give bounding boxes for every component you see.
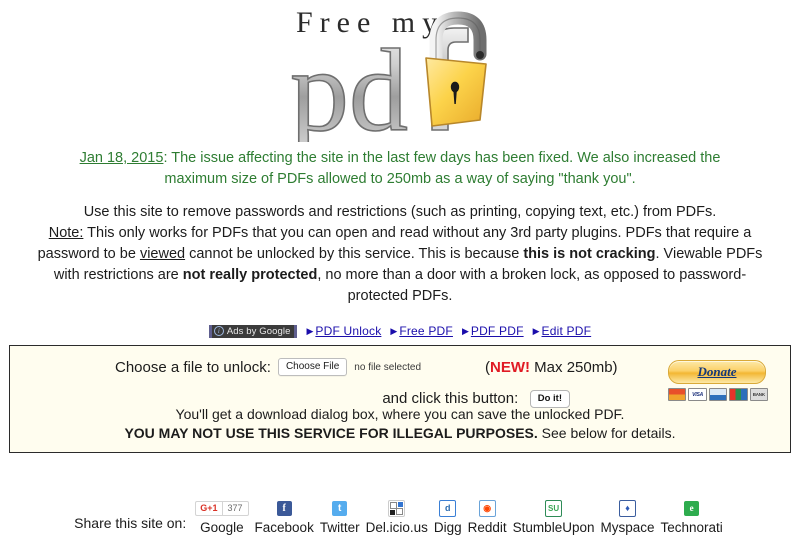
form-note: You'll get a download dialog box, where … <box>10 405 790 443</box>
share-item-label: Technorati <box>660 520 723 535</box>
visa-icon: VISA <box>688 388 707 401</box>
file-status-text: no file selected <box>354 361 422 373</box>
ads-bar: i Ads by Google ▶ PDF Unlock ▶ Free PDF ▶ P… <box>0 320 800 338</box>
google-plus-one-icon[interactable]: G+1 377 <box>195 499 249 517</box>
logo-graphic: Free my pd <box>280 2 520 142</box>
file-input[interactable]: Choose File no file selected <box>277 358 422 376</box>
ads-by-google-label: Ads by Google <box>226 325 291 337</box>
see-below-text: See below for details. <box>537 425 676 441</box>
share-item-label: StumbleUpon <box>512 520 595 535</box>
play-arrow-icon: ▶ <box>390 326 398 336</box>
share-item-digg[interactable]: d Digg <box>431 499 465 535</box>
delicious-icon <box>388 499 406 517</box>
share-item-label: Twitter <box>319 520 360 535</box>
facebook-icon: f <box>276 500 292 516</box>
amex-icon <box>708 388 728 401</box>
donate-button[interactable]: Donate <box>668 360 766 384</box>
technorati-icon: e <box>684 500 700 516</box>
note-part-b: cannot be unlocked by this service. This… <box>185 246 524 262</box>
ad-link-label[interactable]: PDF PDF <box>471 324 524 338</box>
donate-area: Donate VISA BANK <box>667 360 769 401</box>
ad-link-pdf-pdf[interactable]: ▶ PDF PDF <box>462 324 524 338</box>
myspace-icon: ♦ <box>619 499 636 517</box>
share-item-label: Digg <box>433 520 462 535</box>
share-item-myspace[interactable]: ♦ Myspace <box>597 499 657 535</box>
max-size-rest: Max 250mb) <box>530 358 618 376</box>
twitter-icon: t <box>332 500 348 516</box>
share-item-delicious[interactable]: Del.icio.us <box>363 499 431 535</box>
intro-note: Note: This only works for PDFs that you … <box>28 223 772 307</box>
ad-link-label[interactable]: Edit PDF <box>542 324 592 338</box>
news-text: : The issue affecting the site in the la… <box>163 150 721 187</box>
site-logo: Free my pd <box>0 0 800 142</box>
news-banner: Jan 18, 2015: The issue affecting the si… <box>0 142 800 190</box>
choose-file-label: Choose a file to unlock: <box>115 358 271 376</box>
gplus-count: 377 <box>222 500 249 516</box>
share-bar: Share this site on: G+1 377 Google f Fac… <box>0 499 800 535</box>
share-item-facebook[interactable]: f Facebook <box>252 499 317 535</box>
share-item-label: Facebook <box>254 520 314 535</box>
share-item-reddit[interactable]: ◉ Reddit <box>465 499 510 535</box>
share-item-label: Google <box>200 520 244 535</box>
share-item-label: Myspace <box>600 520 655 535</box>
discover-icon <box>729 388 748 401</box>
play-arrow-icon: ▶ <box>461 326 469 336</box>
intro-line-1: Use this site to remove passwords and re… <box>83 204 717 220</box>
bank-icon: BANK <box>749 388 769 401</box>
ad-link-pdf-unlock[interactable]: ▶ PDF Unlock <box>306 324 381 338</box>
digg-icon: d <box>439 499 457 517</box>
illegal-warning: YOU MAY NOT USE THIS SERVICE FOR ILLEGAL… <box>124 425 538 441</box>
gplus-button-label[interactable]: G+1 <box>195 500 223 516</box>
play-arrow-icon: ▶ <box>532 326 540 336</box>
svg-text:pd: pd <box>290 25 408 142</box>
choose-file-button[interactable]: Choose File <box>277 358 348 376</box>
ad-link-label[interactable]: Free PDF <box>399 324 453 338</box>
payment-cards: VISA BANK <box>667 388 769 401</box>
share-item-label: Reddit <box>467 520 507 535</box>
share-item-label: Del.icio.us <box>365 520 428 535</box>
share-item-google[interactable]: G+1 377 Google <box>192 499 251 535</box>
share-label: Share this site on: <box>74 515 187 531</box>
form-note-line-2: YOU MAY NOT USE THIS SERVICE FOR ILLEGAL… <box>10 424 790 443</box>
share-item-twitter[interactable]: t Twitter <box>317 499 363 535</box>
ad-link-free-pdf[interactable]: ▶ Free PDF <box>390 324 453 338</box>
news-date: Jan 18, 2015 <box>79 150 164 166</box>
intro-text: Use this site to remove passwords and re… <box>0 190 800 307</box>
note-bold-not-protected: not really protected <box>182 267 318 283</box>
share-item-technorati[interactable]: e Technorati <box>658 499 726 535</box>
info-icon: i <box>213 326 224 336</box>
ad-link-edit-pdf[interactable]: ▶ Edit PDF <box>533 324 592 338</box>
max-size-note: (NEW! Max 250mb) <box>485 359 618 376</box>
ads-by-google-badge[interactable]: i Ads by Google <box>208 324 298 338</box>
reddit-icon: ◉ <box>478 499 496 517</box>
play-arrow-icon: ▶ <box>306 326 314 336</box>
ad-link-label[interactable]: PDF Unlock <box>315 324 381 338</box>
mastercard-icon <box>667 388 687 401</box>
note-label: Note: <box>48 225 84 241</box>
stumbleupon-icon: SU <box>545 499 563 517</box>
note-viewed: viewed <box>139 246 186 262</box>
form-note-line-1: You'll get a download dialog box, where … <box>175 406 625 422</box>
share-item-stumbleupon[interactable]: SU StumbleUpon <box>510 499 598 535</box>
new-badge: NEW! <box>490 358 531 376</box>
upload-form-box: Choose a file to unlock: Choose File no … <box>9 345 791 453</box>
note-part-d: , no more than a door with a broken lock… <box>317 267 747 304</box>
note-bold-not-cracking: this is not cracking <box>523 246 656 262</box>
